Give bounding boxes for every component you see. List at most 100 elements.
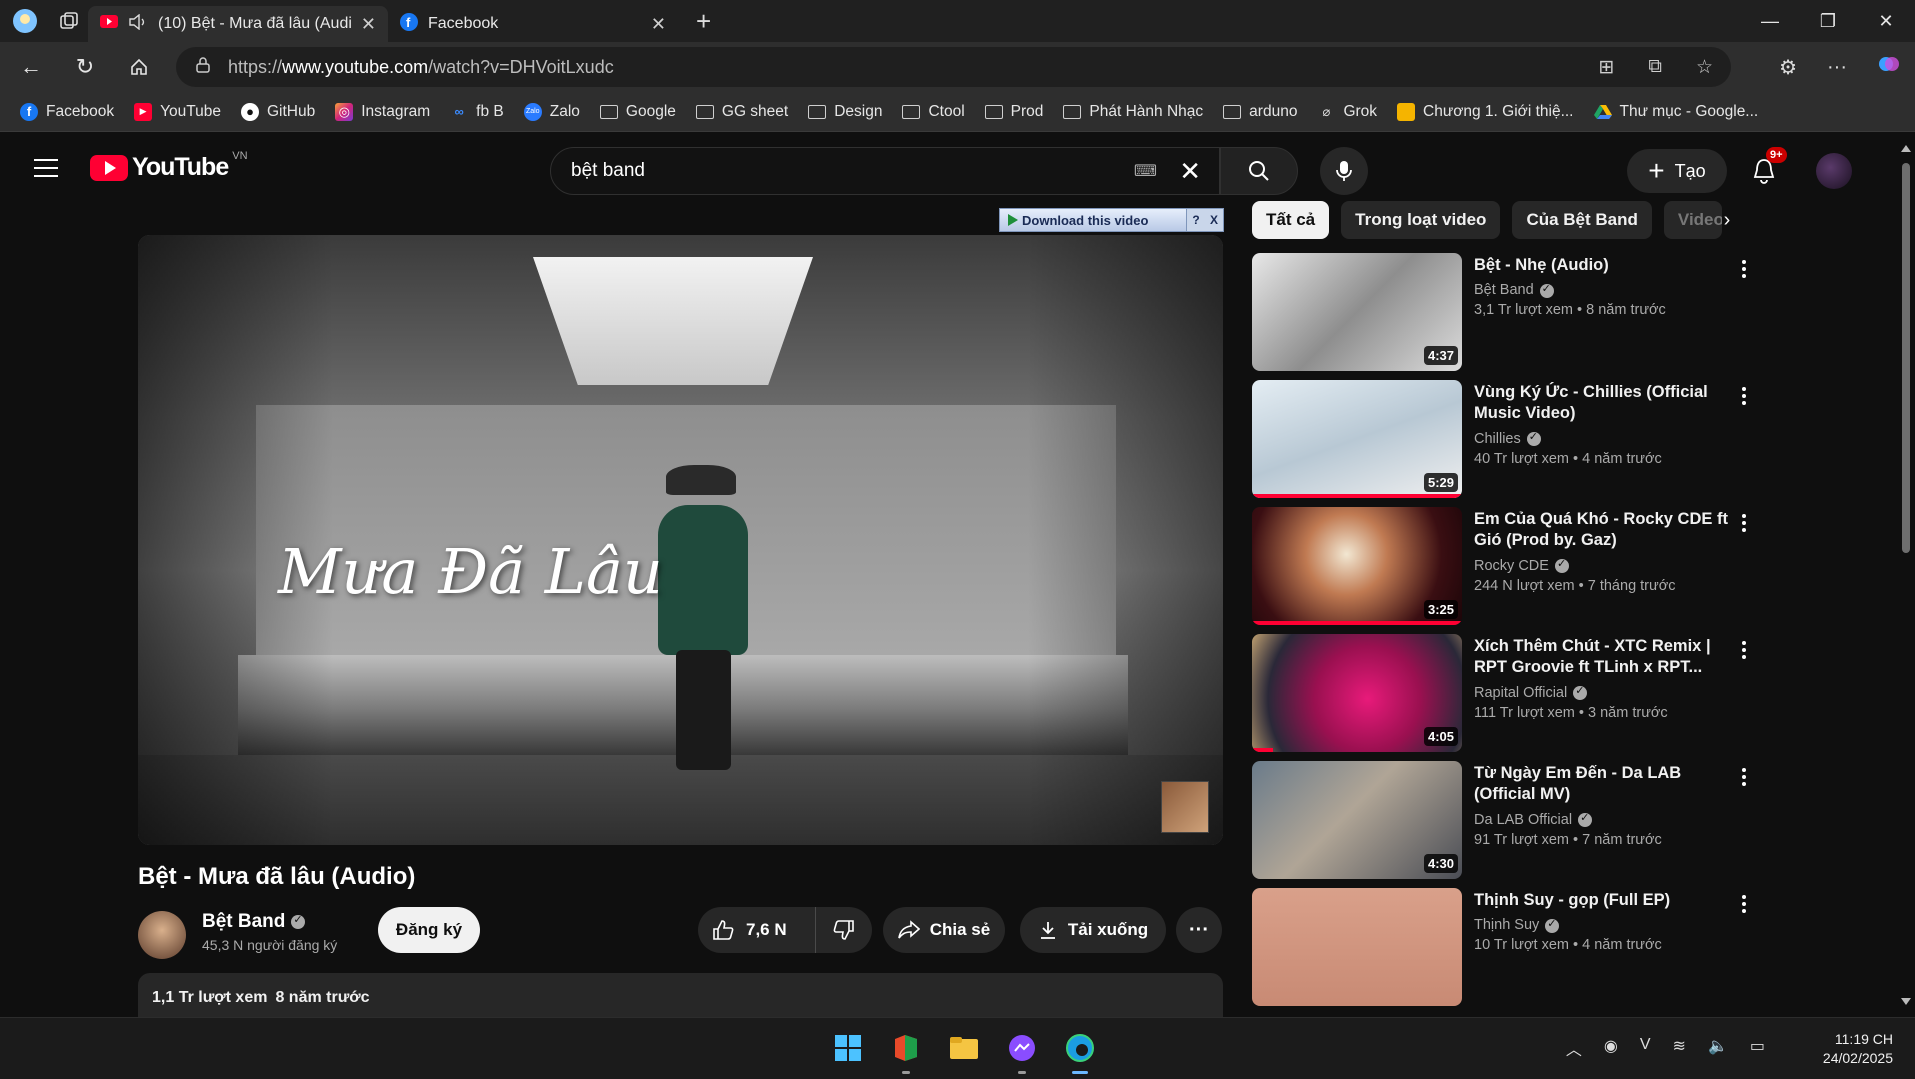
more-vert-icon[interactable] bbox=[1734, 765, 1754, 789]
favorite-star-icon[interactable]: ☆ bbox=[1696, 56, 1713, 79]
address-bar[interactable]: https://www.youtube.com/watch?v=DHVoitLx… bbox=[176, 47, 1731, 87]
rec-title[interactable]: Em Của Quá Khó - Rocky CDE ft Gió (Prod … bbox=[1474, 509, 1734, 552]
list-item[interactable]: 3:25 Em Của Quá Khó - Rocky CDE ft Gió (… bbox=[1252, 507, 1772, 625]
rec-channel[interactable]: Rapital Official bbox=[1474, 685, 1567, 701]
vpn-icon[interactable]: V bbox=[1640, 1036, 1651, 1060]
scroll-down-icon[interactable] bbox=[1901, 998, 1911, 1005]
keyboard-icon[interactable]: ⌨ bbox=[1134, 161, 1157, 181]
video-thumbnail[interactable]: 4:05 bbox=[1252, 634, 1462, 752]
list-item[interactable]: 4:30 Từ Ngày Em Đến - Da LAB (Official M… bbox=[1252, 761, 1772, 879]
more-vert-icon[interactable] bbox=[1734, 384, 1754, 408]
rec-title[interactable]: Từ Ngày Em Đến - Da LAB (Official MV) bbox=[1474, 763, 1734, 806]
page-scrollbar[interactable] bbox=[1897, 133, 1915, 1017]
video-thumbnail[interactable]: 4:37 bbox=[1252, 253, 1462, 371]
search-button[interactable] bbox=[1220, 147, 1298, 195]
bookmark-arduno[interactable]: arduno bbox=[1213, 97, 1307, 127]
download-button[interactable]: Tải xuống bbox=[1020, 907, 1166, 953]
notifications-button[interactable]: 9+ bbox=[1746, 147, 1787, 189]
close-tab-icon[interactable]: ✕ bbox=[651, 14, 666, 35]
close-window-icon[interactable]: ✕ bbox=[1857, 0, 1915, 42]
extensions-icon[interactable]: ⚙ bbox=[1779, 55, 1797, 80]
bookmark-instagram[interactable]: ◎ Instagram bbox=[325, 97, 440, 127]
clock[interactable]: 11:19 CH 24/02/2025 bbox=[1823, 1030, 1893, 1068]
video-thumbnail[interactable]: 4:30 bbox=[1252, 761, 1462, 879]
bookmark-youtube[interactable]: ▶ YouTube bbox=[124, 97, 231, 127]
apps-icon[interactable]: ⊞ bbox=[1598, 56, 1614, 79]
more-vert-icon[interactable] bbox=[1734, 511, 1754, 535]
download-helper-help[interactable]: ? bbox=[1187, 213, 1205, 227]
rec-title[interactable]: Thịnh Suy - gọp (Full EP) bbox=[1474, 890, 1734, 911]
rec-title[interactable]: Bệt - Nhẹ (Audio) bbox=[1474, 255, 1734, 276]
workspaces-icon[interactable] bbox=[50, 4, 88, 38]
list-item[interactable]: Thịnh Suy - gọp (Full EP) Thịnh Suy 10 T… bbox=[1252, 888, 1772, 1006]
bookmark-phat-hanh-nhac[interactable]: Phát Hành Nhạc bbox=[1053, 97, 1213, 127]
more-vert-icon[interactable] bbox=[1734, 892, 1754, 916]
tab-youtube[interactable]: (10) Bệt - Mưa đã lâu (Audio ✕ bbox=[88, 6, 388, 42]
more-actions-button[interactable]: ··· bbox=[1176, 907, 1222, 953]
restore-icon[interactable]: ❐ bbox=[1799, 0, 1857, 42]
edge-browser-icon[interactable] bbox=[1060, 1028, 1100, 1074]
chip-in-series[interactable]: Trong loạt video bbox=[1341, 201, 1501, 239]
app-install-icon[interactable]: ⧉ bbox=[1648, 56, 1662, 79]
rec-title[interactable]: Xích Thêm Chút - XTC Remix | RPT Groovie… bbox=[1474, 636, 1734, 679]
office-app-icon[interactable] bbox=[886, 1028, 926, 1074]
battery-icon[interactable]: ▭ bbox=[1750, 1036, 1765, 1060]
hamburger-menu-icon[interactable] bbox=[34, 159, 58, 183]
windows-start-icon[interactable] bbox=[828, 1028, 868, 1068]
more-options-icon[interactable]: ··· bbox=[1827, 56, 1847, 79]
close-tab-icon[interactable]: ✕ bbox=[361, 14, 376, 35]
file-explorer-icon[interactable] bbox=[944, 1028, 984, 1068]
video-thumbnail[interactable]: 3:25 bbox=[1252, 507, 1462, 625]
account-avatar[interactable] bbox=[1816, 153, 1852, 189]
create-button[interactable]: + Tạo bbox=[1627, 149, 1727, 193]
reload-icon[interactable]: ↻ bbox=[62, 47, 108, 87]
bookmark-fb-b[interactable]: ∞ fb B bbox=[440, 97, 514, 127]
rec-channel[interactable]: Rocky CDE bbox=[1474, 558, 1549, 574]
video-player[interactable]: Mưa Đã Lâu bbox=[138, 235, 1223, 845]
chevron-right-icon[interactable]: › bbox=[1710, 203, 1744, 237]
description-box[interactable]: 1,1 Tr lượt xem 8 năm trước bbox=[138, 973, 1223, 1017]
bookmark-chuong-1[interactable]: Chương 1. Giới thiệ... bbox=[1387, 97, 1583, 127]
chip-all[interactable]: Tất cả bbox=[1252, 201, 1330, 239]
list-item[interactable]: 4:37 Bệt - Nhẹ (Audio) Bệt Band 3,1 Tr l… bbox=[1252, 253, 1772, 371]
rec-channel[interactable]: Thịnh Suy bbox=[1474, 917, 1539, 933]
channel-avatar[interactable] bbox=[138, 911, 186, 959]
lock-icon[interactable] bbox=[196, 56, 210, 78]
bookmark-thu-muc[interactable]: Thư mục - Google... bbox=[1584, 97, 1769, 127]
rec-channel[interactable]: Da LAB Official bbox=[1474, 812, 1572, 828]
more-vert-icon[interactable] bbox=[1734, 638, 1754, 662]
clear-search-icon[interactable]: ✕ bbox=[1179, 156, 1201, 187]
bookmark-ctool[interactable]: Ctool bbox=[892, 97, 974, 127]
bookmark-github[interactable]: ● GitHub bbox=[231, 97, 325, 127]
bookmark-facebook[interactable]: f Facebook bbox=[10, 97, 124, 127]
bookmark-google[interactable]: Google bbox=[590, 97, 686, 127]
rec-channel[interactable]: Chillies bbox=[1474, 431, 1521, 447]
bookmark-gg-sheet[interactable]: GG sheet bbox=[686, 97, 798, 127]
rec-channel[interactable]: Bệt Band bbox=[1474, 282, 1534, 298]
list-item[interactable]: 4:05 Xích Thêm Chút - XTC Remix | RPT Gr… bbox=[1252, 634, 1772, 752]
rec-title[interactable]: Vùng Ký Ức - Chillies (Official Music Vi… bbox=[1474, 382, 1734, 425]
speaker-icon[interactable] bbox=[128, 13, 148, 35]
channel-watermark[interactable] bbox=[1161, 781, 1209, 833]
video-thumbnail[interactable] bbox=[1252, 888, 1462, 1006]
more-vert-icon[interactable] bbox=[1734, 257, 1754, 281]
wifi-icon[interactable]: ≋ bbox=[1673, 1036, 1686, 1060]
video-thumbnail[interactable]: 5:29 bbox=[1252, 380, 1462, 498]
youtube-logo[interactable]: YouTube VN bbox=[90, 150, 248, 182]
share-button[interactable]: Chia sẻ bbox=[883, 907, 1005, 953]
messenger-icon[interactable] bbox=[1002, 1028, 1042, 1074]
bookmark-zalo[interactable]: Zalo Zalo bbox=[514, 97, 590, 127]
download-helper-close[interactable]: X bbox=[1205, 213, 1223, 227]
scroll-up-icon[interactable] bbox=[1901, 145, 1911, 152]
list-item[interactable]: 5:29 Vùng Ký Ức - Chillies (Official Mus… bbox=[1252, 380, 1772, 498]
copilot-icon[interactable] bbox=[1877, 52, 1901, 82]
back-icon[interactable]: ← bbox=[8, 47, 54, 87]
discord-icon[interactable]: ◉ bbox=[1604, 1036, 1618, 1060]
download-this-video-button[interactable]: Download this video bbox=[1000, 209, 1187, 231]
bookmark-prod[interactable]: Prod bbox=[975, 97, 1054, 127]
dislike-button[interactable] bbox=[816, 919, 872, 941]
volume-icon[interactable]: 🔈 bbox=[1708, 1036, 1728, 1060]
tab-facebook[interactable]: f Facebook ✕ bbox=[388, 6, 678, 42]
scroll-thumb[interactable] bbox=[1902, 163, 1910, 553]
like-button[interactable]: 7,6 N bbox=[698, 907, 816, 953]
